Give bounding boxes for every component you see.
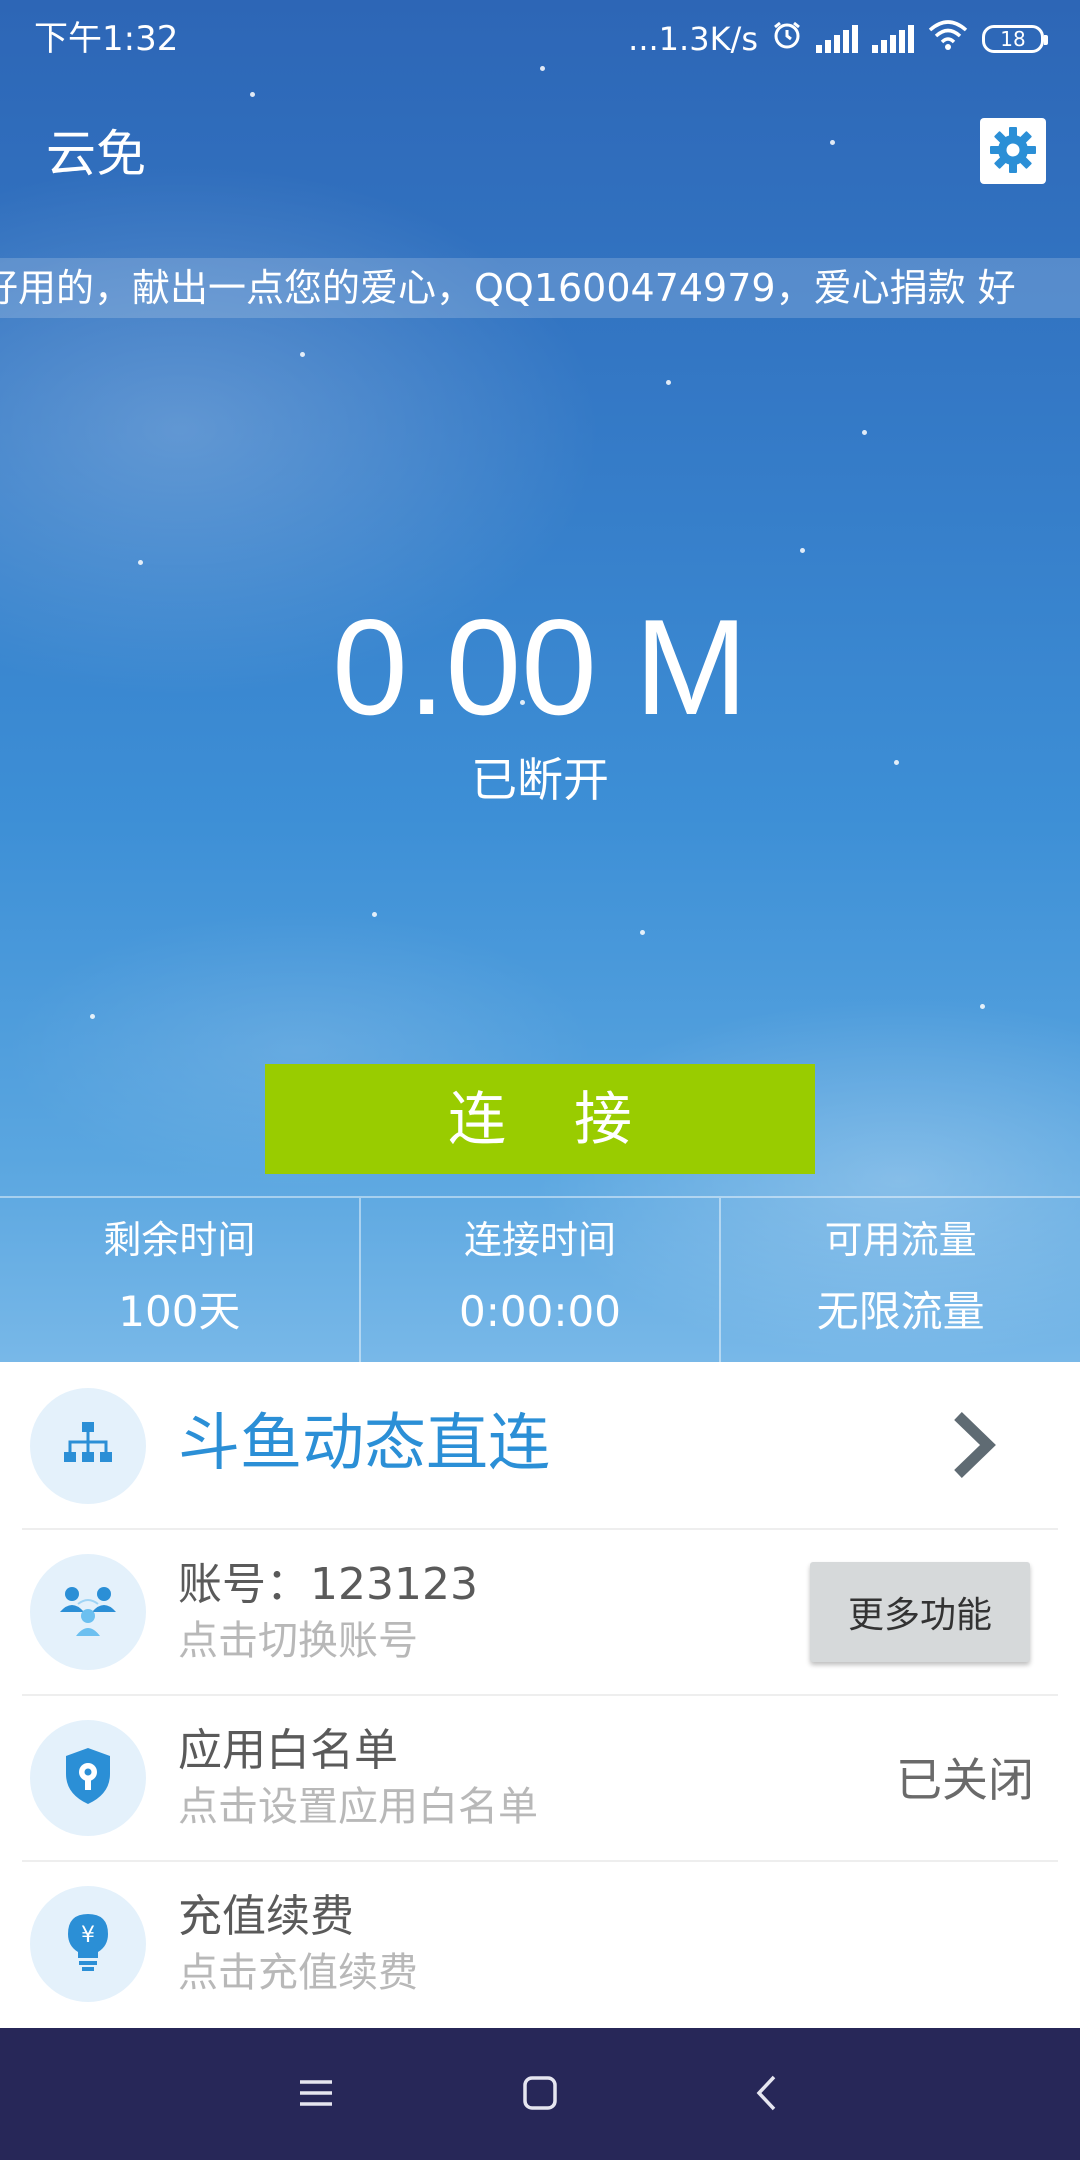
home-icon xyxy=(522,2075,558,2114)
star-decoration xyxy=(640,930,645,935)
stat-label: 可用流量 xyxy=(824,1218,977,1262)
list-item-douyu[interactable]: 斗鱼动态直连 xyxy=(0,1362,1080,1528)
network-speed: ...1.3K/s xyxy=(628,20,758,58)
shield-icon xyxy=(60,1744,116,1812)
stat-label: 连接时间 xyxy=(464,1218,617,1262)
stat-connection-time: 连接时间 0:00:00 xyxy=(361,1198,722,1362)
stat-value: 0:00:00 xyxy=(459,1287,621,1336)
bulb-yen-icon: ¥ xyxy=(60,1910,116,1978)
list-item-account[interactable]: 账号：123123 点击切换账号 更多功能 xyxy=(0,1530,1080,1696)
list-item-whitelist[interactable]: 应用白名单 点击设置应用白名单 已关闭 xyxy=(0,1696,1080,1862)
account-title: 账号：123123 xyxy=(178,1559,478,1610)
star-decoration xyxy=(372,912,377,917)
network-icon-circle xyxy=(30,1388,146,1504)
whitelist-subtitle: 点击设置应用白名单 xyxy=(178,1784,538,1830)
menu-button[interactable] xyxy=(286,2064,346,2124)
network-icon xyxy=(58,1414,118,1478)
wifi-icon xyxy=(928,20,968,58)
battery-level: 18 xyxy=(1000,27,1026,51)
star-decoration xyxy=(250,92,255,97)
app-title: 云免 xyxy=(46,125,146,183)
star-decoration xyxy=(666,380,671,385)
connection-status: 已断开 xyxy=(471,753,609,807)
status-time: 下午1:32 xyxy=(34,19,179,59)
battery-icon: 18 xyxy=(982,25,1048,53)
stats-row: 剩余时间 100天 连接时间 0:00:00 可用流量 无限流量 xyxy=(0,1196,1080,1362)
gear-icon xyxy=(988,125,1038,178)
home-button[interactable] xyxy=(510,2064,570,2124)
stat-value: 无限流量 xyxy=(816,1287,985,1336)
users-icon xyxy=(56,1578,120,1646)
stat-remaining-time: 剩余时间 100天 xyxy=(0,1198,361,1362)
recharge-subtitle: 点击充值续费 xyxy=(178,1950,418,1996)
whitelist-state: 已关闭 xyxy=(896,1753,1034,1807)
back-icon xyxy=(754,2073,778,2116)
shield-icon-circle xyxy=(30,1720,146,1836)
stat-available-traffic: 可用流量 无限流量 xyxy=(721,1198,1080,1362)
users-icon-circle xyxy=(30,1554,146,1670)
star-decoration xyxy=(980,1004,985,1009)
douyu-title: 斗鱼动态直连 xyxy=(178,1406,551,1479)
alarm-icon xyxy=(772,20,802,58)
bulb-icon-circle: ¥ xyxy=(30,1886,146,2002)
star-decoration xyxy=(862,430,867,435)
star-decoration xyxy=(800,548,805,553)
star-decoration xyxy=(300,352,305,357)
back-button[interactable] xyxy=(736,2064,796,2124)
star-decoration xyxy=(90,1014,95,1019)
more-features-button[interactable]: 更多功能 xyxy=(810,1562,1030,1662)
list-item-recharge[interactable]: ¥ 充值续费 点击充值续费 xyxy=(0,1862,1080,2028)
system-nav-bar xyxy=(0,2028,1080,2160)
announcement-marquee: 好用的，献出一点您的爱心，QQ1600474979，爱心捐款 好 xyxy=(0,258,1080,318)
star-decoration xyxy=(138,560,143,565)
recharge-title: 充值续费 xyxy=(178,1891,354,1942)
announcement-text: 好用的，献出一点您的爱心，QQ1600474979，爱心捐款 好 xyxy=(0,266,1016,310)
traffic-speed: 0.00 M xyxy=(332,591,748,743)
stat-value: 100天 xyxy=(118,1287,241,1336)
connect-button[interactable]: 连 接 xyxy=(265,1064,815,1174)
status-bar: 下午1:32 ...1.3K/s 18 xyxy=(0,0,1080,78)
signal-icon xyxy=(872,25,914,53)
whitelist-title: 应用白名单 xyxy=(178,1725,398,1776)
menu-icon xyxy=(298,2078,334,2111)
signal-icon xyxy=(816,25,858,53)
status-icons: ...1.3K/s 18 xyxy=(628,18,1048,60)
settings-button[interactable] xyxy=(980,118,1046,184)
options-list: 斗鱼动态直连 账号：123123 点击切换账号 更多功能 应用白名单 点击设置应… xyxy=(0,1362,1080,2028)
star-decoration xyxy=(830,140,835,145)
hero-background: 下午1:32 ...1.3K/s 18 云免 好用的，献出一点您的爱心，QQ16… xyxy=(0,0,1080,1362)
stat-label: 剩余时间 xyxy=(103,1218,256,1262)
chevron-right-icon xyxy=(948,1410,1000,1480)
account-subtitle: 点击切换账号 xyxy=(178,1618,418,1664)
svg-text:¥: ¥ xyxy=(81,1923,95,1948)
